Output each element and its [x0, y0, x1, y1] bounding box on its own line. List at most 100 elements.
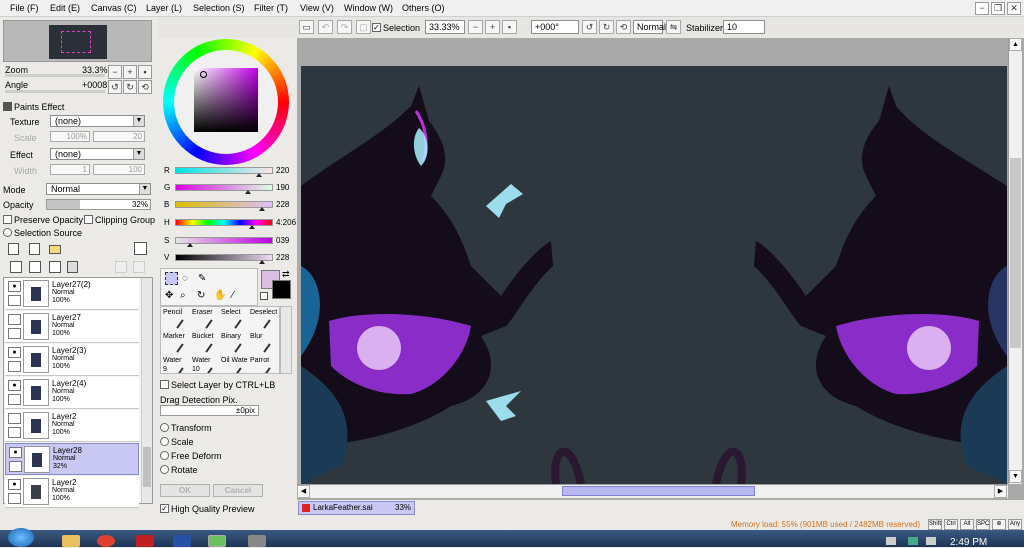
scroll-left-icon[interactable]: ◀: [297, 485, 310, 498]
rotate-reset-icon[interactable]: ⟲: [616, 20, 631, 34]
zoom-tool-icon[interactable]: ⌕: [180, 290, 186, 301]
color-slider-b[interactable]: [175, 201, 273, 211]
slider-marker-icon[interactable]: [258, 207, 265, 211]
tool-blur[interactable]: Blur: [250, 333, 278, 356]
color-slider-h[interactable]: [175, 219, 273, 229]
menu-selection[interactable]: Selection (S): [193, 3, 245, 13]
artwork-canvas[interactable]: [301, 66, 1007, 484]
tray-icon[interactable]: [886, 537, 896, 545]
new-canvas-icon[interactable]: ▭: [299, 20, 314, 34]
opacity-slider[interactable]: 32%: [46, 199, 151, 210]
vertical-scroll-thumb[interactable]: [1010, 158, 1021, 348]
new-vector-layer-icon[interactable]: [29, 243, 40, 255]
clipping-group-checkbox[interactable]: [84, 215, 93, 224]
menu-window[interactable]: Window (W): [344, 3, 393, 13]
restore-button[interactable]: ❐: [991, 2, 1005, 15]
zoom-field[interactable]: 33.33%: [425, 20, 465, 34]
tool-oil-water[interactable]: Oil Wate: [221, 357, 249, 373]
zoom-slider[interactable]: [5, 74, 105, 77]
volume-icon[interactable]: [926, 537, 936, 545]
color-picker-cursor[interactable]: [200, 71, 207, 78]
scrollbar-thumb[interactable]: [143, 447, 151, 487]
flip-icon[interactable]: ⇋: [666, 20, 681, 34]
color-slider-g[interactable]: [175, 184, 273, 194]
redo-icon[interactable]: ↷: [337, 20, 352, 34]
lock-icon[interactable]: [8, 295, 21, 306]
magic-wand-icon[interactable]: ✎: [198, 273, 206, 284]
merge-down-icon[interactable]: [29, 261, 41, 273]
navigator-preview[interactable]: [3, 20, 152, 62]
word-icon[interactable]: [173, 535, 191, 547]
rotate-left-button[interactable]: ↺: [108, 80, 122, 94]
texture-dropdown[interactable]: (none) ▼: [50, 115, 145, 127]
trash-icon[interactable]: [67, 261, 78, 273]
tool-bucket[interactable]: Bucket: [192, 333, 220, 356]
start-button-icon[interactable]: [8, 528, 34, 547]
menu-others[interactable]: Others (O): [402, 3, 445, 13]
eye-hidden-icon[interactable]: [8, 413, 21, 424]
canvas-viewport[interactable]: ▲ ▼ ◀ ▶: [297, 38, 1024, 500]
undo-icon[interactable]: ↶: [318, 20, 333, 34]
zoom-out-button[interactable]: −: [108, 65, 122, 79]
rotate-tool-icon[interactable]: ↻: [197, 290, 205, 301]
tool-deselect[interactable]: Deselect: [250, 309, 278, 332]
transparent-color-icon[interactable]: [260, 292, 268, 300]
rotate-radio[interactable]: [160, 465, 169, 474]
tool-marker[interactable]: Marker: [163, 333, 191, 356]
rotate-ccw-icon[interactable]: ↺: [582, 20, 597, 34]
eye-hidden-icon[interactable]: [8, 314, 21, 325]
network-icon[interactable]: [908, 537, 918, 545]
rotate-right-button[interactable]: ↻: [123, 80, 137, 94]
menu-canvas[interactable]: Canvas (C): [91, 3, 137, 13]
lasso-icon[interactable]: ◌: [182, 273, 188, 284]
explorer-icon[interactable]: [62, 535, 80, 547]
eye-icon[interactable]: ●: [8, 479, 21, 490]
document-tab[interactable]: LarkaFeather.sai 33%: [298, 501, 415, 515]
slider-marker-icon[interactable]: [187, 243, 194, 247]
lock-icon[interactable]: [9, 461, 22, 472]
scale-number[interactable]: 20: [93, 131, 145, 142]
deselect-icon[interactable]: ▢: [356, 20, 371, 34]
horizontal-scroll-thumb[interactable]: [562, 486, 755, 496]
new-layer-icon[interactable]: [8, 243, 19, 255]
zoom-in-button[interactable]: +: [123, 65, 137, 79]
clear-layer-icon[interactable]: [49, 261, 61, 273]
scale-slider[interactable]: 100%: [50, 131, 90, 142]
layer-settings-icon[interactable]: [134, 242, 147, 255]
lock-icon[interactable]: [8, 427, 21, 438]
tool-pencil[interactable]: Pencil: [163, 309, 191, 332]
slider-marker-icon[interactable]: [255, 173, 262, 177]
transfer-down-icon[interactable]: [10, 261, 22, 273]
slider-marker-icon[interactable]: [244, 190, 251, 194]
tool-parrot[interactable]: Parrot: [250, 357, 278, 373]
sai-taskbar-icon[interactable]: [208, 535, 226, 547]
swap-colors-icon[interactable]: ⇄: [282, 269, 290, 280]
menu-edit[interactable]: Edit (E): [50, 3, 80, 13]
lock-icon[interactable]: [8, 493, 21, 504]
lock-icon[interactable]: [8, 394, 21, 405]
layer-row[interactable]: Layer27 Normal 100%: [5, 311, 139, 343]
canvas-horizontal-scrollbar[interactable]: ◀ ▶: [297, 484, 1008, 498]
width-number[interactable]: 100: [93, 164, 145, 175]
scroll-up-icon[interactable]: ▲: [1009, 38, 1022, 51]
width-slider[interactable]: 1: [50, 164, 90, 175]
eye-icon[interactable]: ●: [9, 447, 22, 458]
zoom-in-toolbar-icon[interactable]: +: [485, 20, 500, 34]
new-folder-icon[interactable]: [49, 245, 61, 254]
scroll-right-icon[interactable]: ▶: [994, 485, 1007, 498]
rect-select-icon[interactable]: [165, 272, 178, 285]
layer-list-scrollbar[interactable]: [141, 278, 152, 503]
blend-field[interactable]: Normal: [633, 20, 666, 34]
tools-scrollbar[interactable]: [280, 306, 292, 374]
scroll-down-icon[interactable]: ▼: [1009, 470, 1022, 483]
layer-row[interactable]: Layer2 Normal 100%: [5, 410, 139, 442]
ok-button[interactable]: OK: [160, 484, 210, 497]
menu-file[interactable]: File (F): [10, 3, 39, 13]
selection-source-radio[interactable]: [3, 228, 12, 237]
tool-binary[interactable]: Binary: [221, 333, 249, 356]
canvas-vertical-scrollbar[interactable]: ▲ ▼: [1008, 38, 1022, 484]
rotate-cw-icon[interactable]: ↻: [599, 20, 614, 34]
move-icon[interactable]: ✥: [165, 290, 173, 301]
eyedropper-icon[interactable]: ⁄: [232, 290, 234, 301]
hand-icon[interactable]: ✋: [214, 290, 226, 301]
